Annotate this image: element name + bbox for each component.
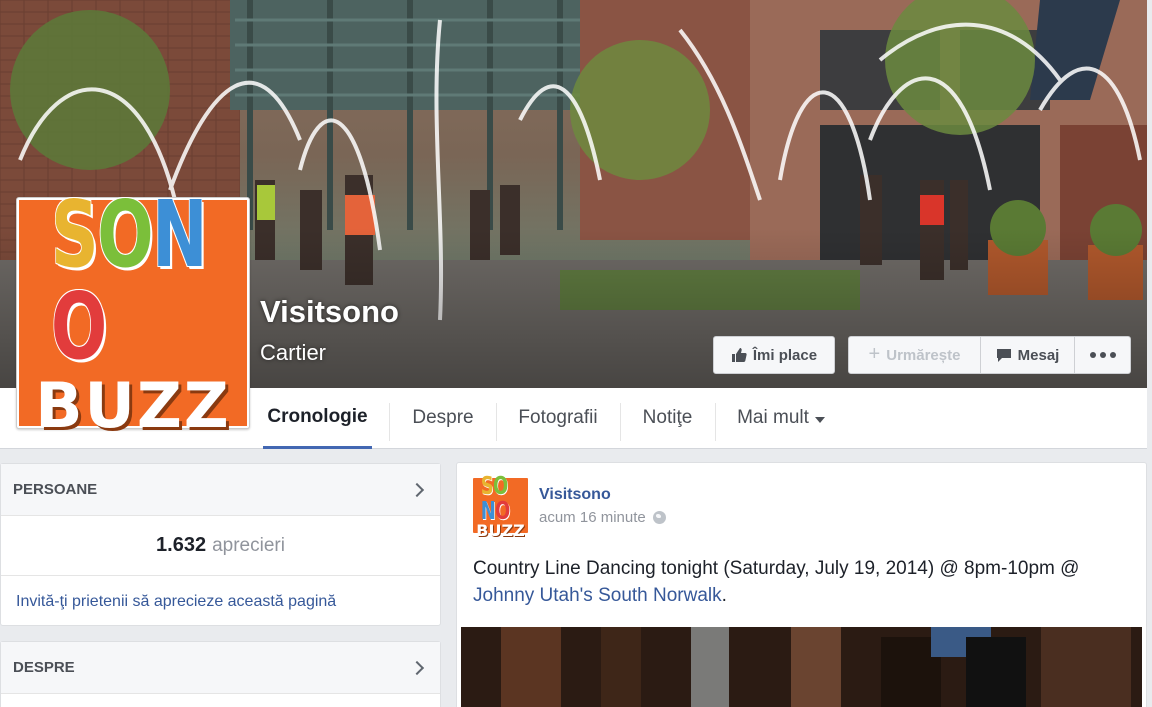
- likes-count: 1.632: [156, 534, 207, 556]
- message-button[interactable]: Mesaj: [980, 336, 1075, 374]
- people-card-header[interactable]: PERSOANE: [1, 464, 440, 516]
- tab-fotografii[interactable]: Fotografii: [497, 388, 619, 448]
- more-options-button[interactable]: [1074, 336, 1131, 374]
- timeline-post: SONO BUZZ Visitsono acum 16 minute Count…: [456, 462, 1147, 707]
- follow-label: Urmărește: [886, 346, 961, 364]
- post-author-name[interactable]: Visitsono: [539, 486, 611, 504]
- post-timestamp-row: acum 16 minute: [539, 509, 666, 526]
- chevron-right-icon: [409, 482, 425, 497]
- tab-notite[interactable]: Notiţe: [620, 388, 715, 448]
- likes-label: aprecieri: [212, 534, 285, 556]
- post-timestamp[interactable]: acum 16 minute: [539, 509, 646, 526]
- sono-buzz-logo: SONO BUZZ: [473, 473, 528, 538]
- logo-sono-text: SONO: [50, 181, 208, 380]
- more-dots-icon: [1089, 352, 1116, 358]
- post-location-link[interactable]: Johnny Utah's South Norwalk: [473, 585, 722, 606]
- about-card-title: DESPRE: [13, 659, 75, 676]
- post-text-end: .: [721, 585, 727, 606]
- about-card-header[interactable]: DESPRE: [1, 642, 440, 694]
- tab-label: Cronologie: [267, 406, 368, 427]
- tab-label: Despre: [412, 407, 474, 428]
- caret-down-icon: [814, 416, 825, 423]
- logo-buzz-text: BUZZ: [476, 520, 525, 540]
- post-text-body: Country Line Dancing tonight (Saturday, …: [473, 558, 1080, 579]
- tab-despre[interactable]: Despre: [390, 388, 496, 448]
- likes-summary: 1.632 aprecieri: [1, 516, 440, 576]
- tab-label: Mai mult: [737, 407, 809, 428]
- sono-buzz-logo: SONO BUZZ: [19, 189, 247, 437]
- speech-bubble-icon: [996, 348, 1011, 362]
- invite-friends-link[interactable]: Invită-ţi prietenii să aprecieze această…: [1, 576, 440, 611]
- logo-buzz-text: BUZZ: [35, 369, 231, 442]
- logo-sono-text: SONO: [480, 470, 511, 525]
- post-text: Country Line Dancing tonight (Saturday, …: [473, 555, 1123, 609]
- post-photo-scene: [461, 627, 1142, 707]
- tab-label: Fotografii: [518, 407, 598, 428]
- tab-mai-mult[interactable]: Mai mult: [716, 388, 846, 448]
- profile-picture[interactable]: SONO BUZZ: [16, 189, 250, 437]
- message-label: Mesaj: [1017, 346, 1060, 364]
- page-category[interactable]: Cartier: [260, 340, 326, 366]
- about-card: DESPRE: [0, 641, 441, 707]
- tab-cronologie[interactable]: Cronologie: [263, 388, 372, 449]
- like-button[interactable]: Îmi place: [713, 336, 835, 374]
- plus-icon: +: [868, 342, 881, 365]
- like-label: Îmi place: [752, 346, 818, 364]
- post-author-avatar[interactable]: SONO BUZZ: [473, 473, 528, 538]
- thumbs-up-icon: [731, 348, 747, 362]
- follow-button[interactable]: + Urmărește: [848, 336, 981, 374]
- people-card-title: PERSOANE: [13, 481, 98, 498]
- people-card: PERSOANE 1.632 aprecieri Invită-ţi priet…: [0, 463, 441, 626]
- globe-icon[interactable]: [652, 511, 666, 524]
- chevron-right-icon: [409, 660, 425, 675]
- tab-label: Notiţe: [642, 407, 693, 428]
- post-photo[interactable]: [461, 627, 1142, 707]
- page-title[interactable]: Visitsono: [260, 294, 399, 330]
